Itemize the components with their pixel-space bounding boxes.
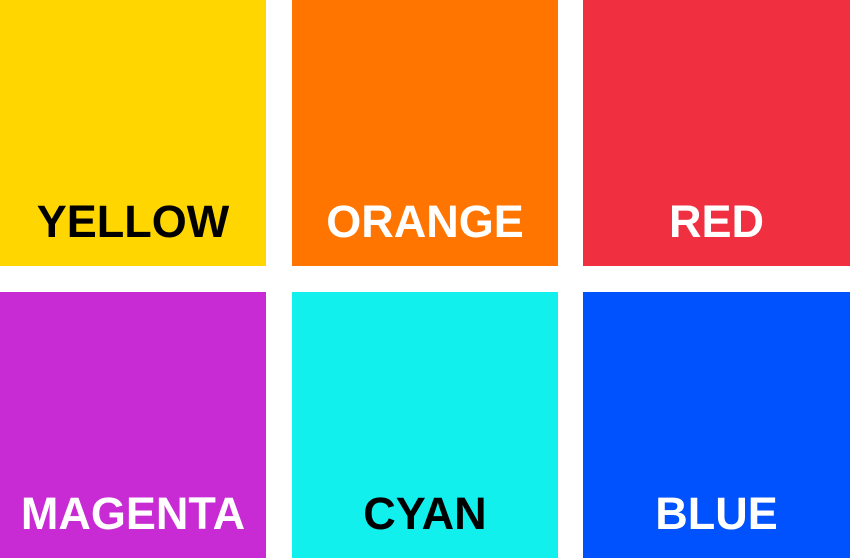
swatch-yellow: YELLOW: [0, 0, 266, 266]
swatch-label-red: RED: [668, 196, 764, 247]
swatch-label-magenta: MAGENTA: [20, 488, 246, 539]
swatch-orange: ORANGE: [292, 0, 558, 266]
swatch-label-yellow: YELLOW: [36, 196, 230, 247]
swatch-label-orange: ORANGE: [326, 196, 524, 247]
swatch-label-blue: BLUE: [655, 488, 778, 539]
swatch-cyan: CYAN: [292, 292, 558, 558]
swatch-label-cyan: CYAN: [363, 488, 487, 539]
swatch-blue: BLUE: [583, 292, 850, 558]
swatch-magenta: MAGENTA: [0, 292, 266, 558]
swatch-red: RED: [583, 0, 850, 266]
